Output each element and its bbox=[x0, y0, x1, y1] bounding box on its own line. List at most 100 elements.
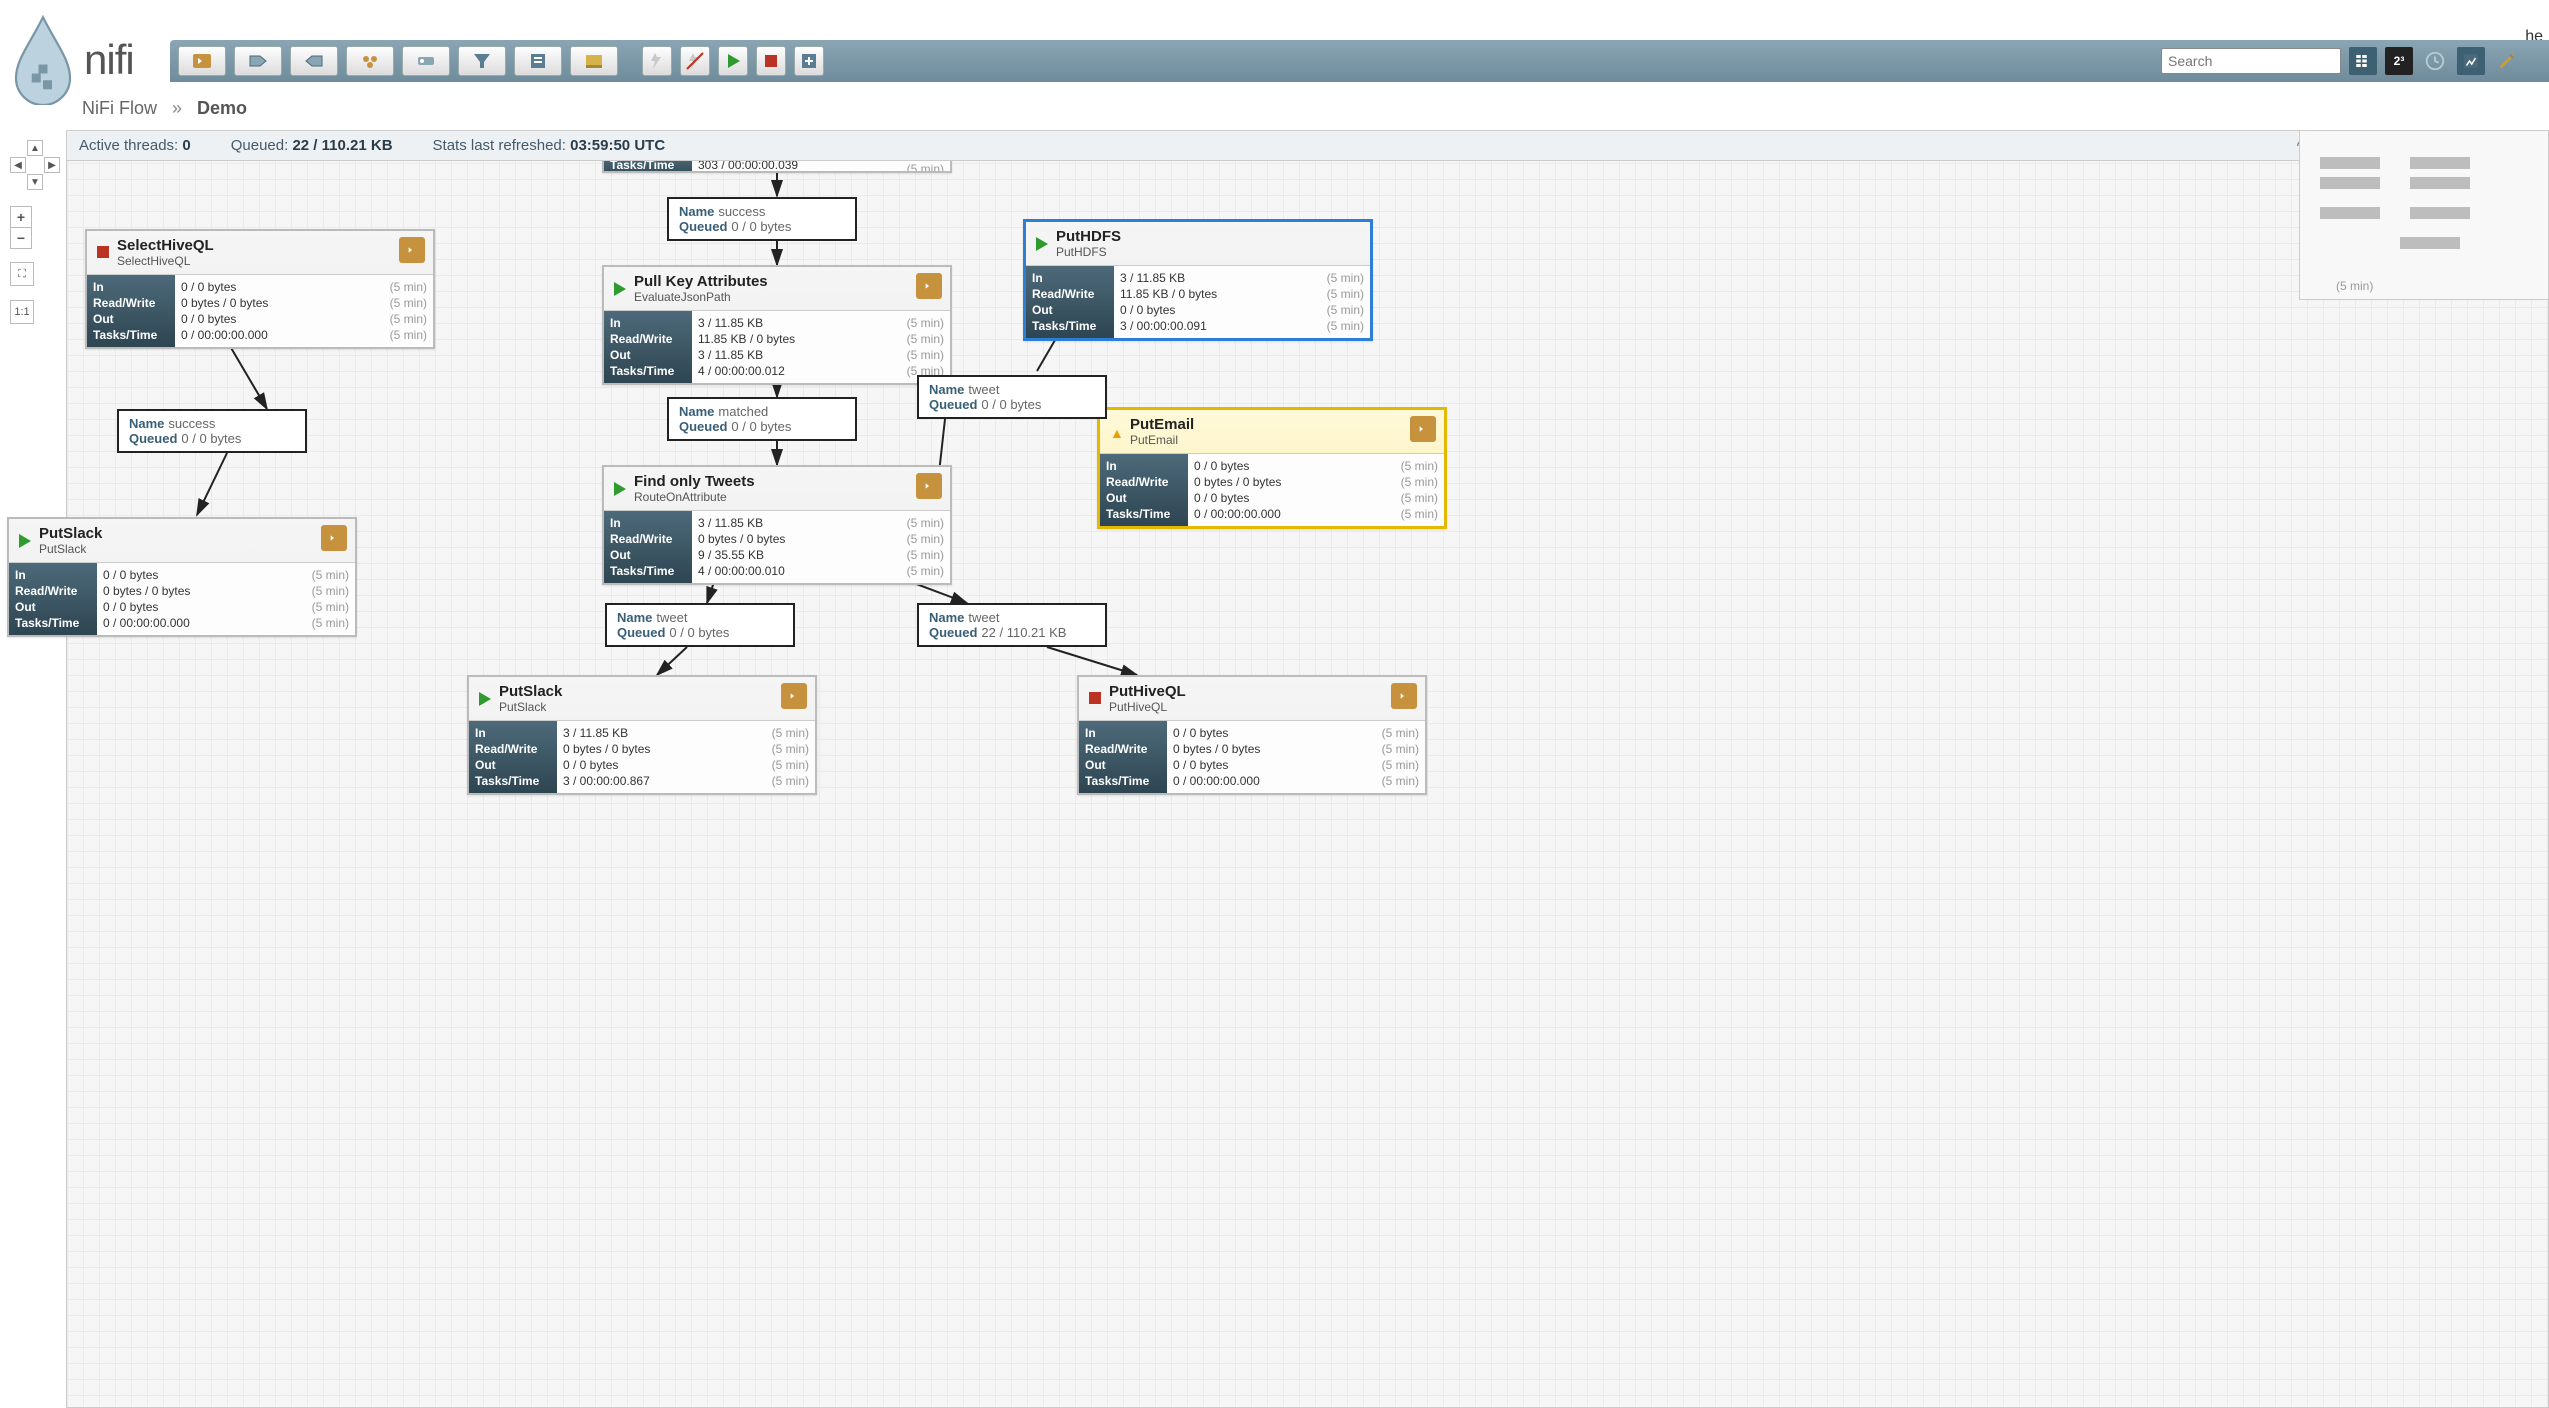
stat-label: Tasks/Time bbox=[1085, 773, 1161, 789]
connection-tweet-left[interactable]: Nametweet Queued0 / 0 bytes bbox=[605, 603, 795, 647]
tb-processor-icon[interactable] bbox=[178, 46, 226, 76]
state-stopped-icon bbox=[97, 246, 111, 260]
conn-label: Queued bbox=[129, 431, 177, 446]
conn-label: Queued bbox=[929, 625, 977, 640]
time-window: (5 min) bbox=[772, 741, 809, 757]
breadcrumb-current: Demo bbox=[197, 98, 247, 118]
conn-label: Name bbox=[129, 416, 164, 431]
tb-output-port-icon[interactable] bbox=[290, 46, 338, 76]
processor-puthdfs[interactable]: PutHDFSPutHDFS InRead/WriteOutTasks/Time… bbox=[1023, 219, 1373, 341]
tb-start-icon[interactable] bbox=[718, 46, 748, 76]
stat-label: Read/Write bbox=[1085, 741, 1161, 757]
time-window: (5 min) bbox=[907, 547, 944, 563]
stat-label: Out bbox=[610, 547, 686, 563]
stat-label: Read/Write bbox=[610, 531, 686, 547]
processor-putslack-left[interactable]: PutSlackPutSlack InRead/WriteOutTasks/Ti… bbox=[7, 517, 357, 637]
time-window: (5 min) bbox=[1401, 490, 1438, 506]
zoom-in-button[interactable]: + bbox=[10, 206, 32, 228]
processor-icon bbox=[321, 525, 347, 551]
stat-label: Tasks/Time bbox=[610, 563, 686, 579]
time-window: (5 min) bbox=[1327, 286, 1364, 302]
conn-label: Queued bbox=[929, 397, 977, 412]
processor-find-only-tweets[interactable]: Find only TweetsRouteOnAttribute InRead/… bbox=[602, 465, 952, 585]
conn-label: Name bbox=[929, 610, 964, 625]
history-icon[interactable] bbox=[2421, 47, 2449, 75]
processor-title: Pull Key Attributes bbox=[634, 273, 768, 290]
time-window: (5 min) bbox=[772, 725, 809, 741]
birdseye-panel[interactable]: (5 min) bbox=[2299, 130, 2549, 300]
breadcrumb-root[interactable]: NiFi Flow bbox=[82, 98, 157, 118]
pan-left-button[interactable]: ◀ bbox=[10, 157, 26, 173]
time-window: (5 min) bbox=[772, 773, 809, 789]
processor-putemail[interactable]: PutEmailPutEmail InRead/WriteOutTasks/Ti… bbox=[1097, 407, 1447, 529]
nifi-drop-icon bbox=[8, 15, 78, 105]
stat-label: Out bbox=[1085, 757, 1161, 773]
stat-label: Read/Write bbox=[1106, 474, 1182, 490]
processor-icon bbox=[916, 273, 942, 299]
stat-label: In bbox=[1032, 270, 1108, 286]
stat-label: Out bbox=[1032, 302, 1108, 318]
connection-tweet-right[interactable]: Name tweet Queued 22 / 110.21 KB bbox=[917, 603, 1107, 647]
time-window: (5 min) bbox=[312, 567, 349, 583]
time-window: (5 min) bbox=[1327, 270, 1364, 286]
processor-type: RouteOnAttribute bbox=[634, 490, 755, 504]
tb-template-icon[interactable] bbox=[514, 46, 562, 76]
processor-selecthiveql[interactable]: SelectHiveQLSelectHiveQL InRead/WriteOut… bbox=[85, 229, 435, 349]
conn-queued: 22 / 110.21 KB bbox=[981, 625, 1066, 640]
tb-input-port-icon[interactable] bbox=[234, 46, 282, 76]
canvas-status-bar: Active threads: 0 Queued: 22 / 110.21 KB… bbox=[67, 131, 2548, 161]
conn-name: success bbox=[168, 416, 215, 431]
provenance-icon[interactable] bbox=[2457, 47, 2485, 75]
tb-create-template-icon[interactable] bbox=[794, 46, 824, 76]
tb-process-group-icon[interactable] bbox=[346, 46, 394, 76]
processor-type: PutHDFS bbox=[1056, 245, 1121, 259]
breadcrumb: NiFi Flow » Demo bbox=[82, 98, 247, 119]
connection-matched[interactable]: Namematched Queued0 / 0 bytes bbox=[667, 397, 857, 441]
time-window: (5 min) bbox=[1382, 757, 1419, 773]
processor-pull-key-attributes[interactable]: Pull Key AttributesEvaluateJsonPath InRe… bbox=[602, 265, 952, 385]
state-invalid-icon bbox=[1110, 425, 1124, 439]
processor-putslack-mid[interactable]: PutSlackPutSlack InRead/WriteOutTasks/Ti… bbox=[467, 675, 817, 795]
processor-title: PutHDFS bbox=[1056, 228, 1121, 245]
search-input[interactable] bbox=[2161, 48, 2341, 74]
processor-title: SelectHiveQL bbox=[117, 237, 214, 254]
pan-right-button[interactable]: ▶ bbox=[44, 157, 60, 173]
stat-label: Tasks/Time bbox=[475, 773, 551, 789]
time-window: (5 min) bbox=[772, 757, 809, 773]
tb-funnel-icon[interactable] bbox=[458, 46, 506, 76]
pan-up-button[interactable]: ▲ bbox=[27, 140, 43, 156]
stat-label: Tasks/Time bbox=[1106, 506, 1182, 522]
tb-remote-group-icon[interactable] bbox=[402, 46, 450, 76]
state-running-icon bbox=[19, 534, 33, 548]
conn-name: tweet bbox=[968, 610, 999, 625]
connection-success-left[interactable]: Namesuccess Queued0 / 0 bytes bbox=[117, 409, 307, 453]
state-running-icon bbox=[614, 282, 628, 296]
summary-icon[interactable] bbox=[2349, 47, 2377, 75]
refreshed-label: Stats last refreshed: bbox=[433, 137, 566, 154]
settings-icon[interactable] bbox=[2493, 47, 2521, 75]
zoom-actual-button[interactable]: 1:1 bbox=[10, 300, 34, 324]
counters-icon[interactable]: 2³ bbox=[2385, 47, 2413, 75]
connection-tweet-hdfs[interactable]: Nametweet Queued0 / 0 bytes bbox=[917, 375, 1107, 419]
processor-icon bbox=[399, 237, 425, 263]
time-window: (5 min) bbox=[907, 347, 944, 363]
time-window: (5 min) bbox=[907, 331, 944, 347]
active-threads-label: Active threads: bbox=[79, 137, 178, 154]
tb-enable-icon[interactable] bbox=[642, 46, 672, 76]
processor-puthiveql[interactable]: PutHiveQLPutHiveQL InRead/WriteOutTasks/… bbox=[1077, 675, 1427, 795]
state-stopped-icon bbox=[1089, 692, 1103, 706]
time-window: (5 min) bbox=[1401, 506, 1438, 522]
tb-label-icon[interactable] bbox=[570, 46, 618, 76]
processor-type: PutEmail bbox=[1130, 433, 1194, 447]
zoom-fit-button[interactable]: ⛶ bbox=[10, 262, 34, 286]
time-window: (5 min) bbox=[1401, 458, 1438, 474]
processor-type: PutSlack bbox=[39, 542, 102, 556]
tb-disable-icon[interactable] bbox=[680, 46, 710, 76]
zoom-out-button[interactable]: − bbox=[10, 227, 32, 249]
time-window: (5 min) bbox=[907, 515, 944, 531]
stat-label: In bbox=[1085, 725, 1161, 741]
connection-success-top[interactable]: Namesuccess Queued0 / 0 bytes bbox=[667, 197, 857, 241]
tb-stop-icon[interactable] bbox=[756, 46, 786, 76]
flow-canvas[interactable]: Active threads: 0 Queued: 22 / 110.21 KB… bbox=[66, 130, 2549, 1408]
pan-down-button[interactable]: ▼ bbox=[27, 174, 43, 190]
